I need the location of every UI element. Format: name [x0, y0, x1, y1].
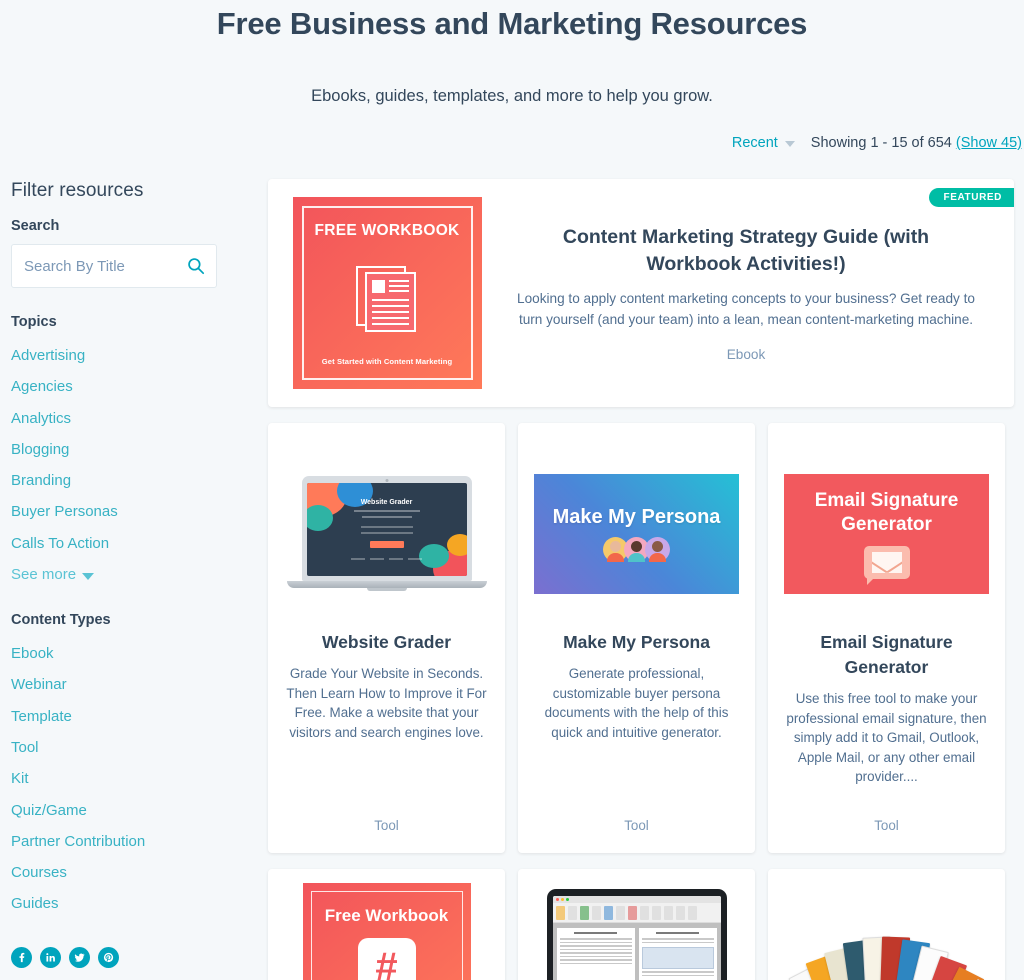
twitter-icon[interactable] [69, 946, 90, 968]
resource-card-website-grader[interactable]: Website Grader Website Grader Grade Your… [268, 423, 505, 853]
email-signature-banner-image: Email Signature Generator [784, 473, 989, 594]
see-more-label: See more [11, 566, 77, 584]
topics-filter-group: Topics Advertising Agencies Analytics Bl… [11, 314, 243, 590]
type-filter-courses[interactable]: Courses [11, 857, 243, 888]
featured-thumbnail: FREE WORKBOOK Get Started with Content M… [268, 197, 506, 389]
card-description: Grade Your Website in Seconds. Then Lear… [286, 666, 487, 740]
search-input[interactable] [12, 245, 216, 287]
topic-filter-blogging[interactable]: Blogging [11, 434, 243, 465]
resources-page: Free Business and Marketing Resources Eb… [0, 0, 1024, 980]
type-filter-template[interactable]: Template [11, 701, 243, 732]
resource-card-grid: Website Grader Website Grader Grade Your… [268, 423, 1024, 853]
topic-filter-agencies[interactable]: Agencies [11, 371, 243, 402]
card-thumbnail: Website Grader [284, 437, 489, 630]
topics-label: Topics [11, 314, 57, 330]
workbook-cover-headline: Free Workbook [324, 906, 449, 925]
sort-dropdown[interactable]: Recent [732, 135, 795, 151]
type-filter-webinar[interactable]: Webinar [11, 669, 243, 700]
type-filter-kit[interactable]: Kit [11, 763, 243, 794]
hashtag-icon: # [357, 938, 416, 980]
card-title[interactable]: Website Grader [284, 630, 489, 655]
show-45-link[interactable]: (Show 45) [956, 135, 1022, 151]
type-filter-tool[interactable]: Tool [11, 732, 243, 763]
speech-bubble-icon [863, 545, 910, 585]
page-subtitle: Ebooks, guides, templates, and more to h… [311, 87, 713, 105]
persona-banner-text: Make My Persona [552, 506, 721, 528]
card-description: Use this free tool to make your professi… [786, 691, 987, 784]
search-box[interactable] [11, 244, 217, 288]
chevron-down-icon [784, 141, 795, 147]
resource-card-infographic-templates[interactable] [768, 869, 1005, 980]
tablet-document-image [546, 889, 727, 980]
page-header: Free Business and Marketing Resources Eb… [0, 0, 1024, 108]
workbook-cover-footer: Get Started with Content Marketing [321, 357, 453, 366]
see-more-topics-button[interactable]: See more [11, 559, 95, 590]
card-thumbnail: Make My Persona [534, 437, 739, 630]
resource-card-document-template[interactable] [518, 869, 755, 980]
featured-card-type: Ebook [726, 347, 766, 362]
card-description: Generate professional, customizable buye… [544, 666, 729, 740]
resource-results: FEATURED FREE WORKBOOK Get Started with … [268, 179, 1024, 980]
resource-card-email-signature-generator[interactable]: Email Signature Generator Email Signatur… [768, 423, 1005, 853]
document-stack-icon [356, 265, 418, 332]
card-title[interactable]: Email Signature Generator [784, 630, 989, 680]
topic-filter-branding[interactable]: Branding [11, 465, 243, 496]
avatar-group [603, 537, 670, 562]
status-badge: FEATURED [929, 188, 1014, 207]
page-title: Free Business and Marketing Resources [216, 6, 808, 41]
card-thumbnail: Email Signature Generator [784, 437, 989, 630]
avatar [645, 537, 670, 562]
social-links [11, 946, 243, 968]
chevron-down-icon [82, 572, 95, 580]
featured-card-title[interactable]: Content Marketing Strategy Guide (with W… [514, 224, 978, 278]
workbook-cover-image: FREE WORKBOOK Get Started with Content M… [292, 197, 482, 389]
type-filter-guides[interactable]: Guides [11, 888, 243, 919]
featured-resource-card[interactable]: FEATURED FREE WORKBOOK Get Started with … [268, 179, 1014, 407]
laptop-screen-title: Website Grader [360, 499, 413, 506]
resource-card-free-workbook[interactable]: Free Workbook # [268, 869, 505, 980]
linkedin-icon[interactable] [40, 946, 61, 968]
card-type: Tool [874, 818, 899, 833]
type-filter-quiz-game[interactable]: Quiz/Game [11, 795, 243, 826]
featured-card-body: Content Marketing Strategy Guide (with W… [506, 224, 1014, 362]
search-label: Search [11, 218, 60, 234]
topic-filter-calls-to-action[interactable]: Calls To Action [11, 528, 243, 559]
content-types-filter-group: Content Types Ebook Webinar Template Too… [11, 612, 243, 920]
resource-card-grid-next-row: Free Workbook # [268, 869, 1024, 980]
filter-sidebar: Filter resources Search Topics Advertisi… [11, 180, 243, 968]
featured-card-description: Looking to apply content marketing conce… [517, 291, 975, 327]
facebook-icon[interactable] [11, 946, 32, 968]
infographic-spread-image [772, 909, 1001, 980]
topic-filter-analytics[interactable]: Analytics [11, 403, 243, 434]
content-types-label: Content Types [11, 612, 111, 629]
workbook-hash-cover-image: Free Workbook # [302, 883, 471, 980]
email-banner-text: Email Signature Generator [814, 489, 959, 535]
envelope-icon [871, 551, 902, 573]
workbook-cover-headline: FREE WORKBOOK [314, 222, 460, 239]
pinterest-icon[interactable] [98, 946, 119, 968]
results-count: Showing 1 - 15 of 654 (Show 45) [811, 135, 1022, 151]
type-filter-ebook[interactable]: Ebook [11, 638, 243, 669]
sort-dropdown-label: Recent [731, 135, 778, 151]
laptop-icon: Website Grader [286, 476, 487, 591]
persona-banner-image: Make My Persona [534, 473, 739, 594]
resource-card-make-my-persona[interactable]: Make My Persona Make My Persona Generate… [518, 423, 755, 853]
results-count-text: Showing 1 - 15 of 654 [810, 135, 952, 151]
type-filter-partner-contribution[interactable]: Partner Contribution [11, 826, 243, 857]
card-type: Tool [374, 818, 399, 833]
filter-sidebar-heading: Filter resources [11, 180, 144, 201]
results-toolbar: Recent Showing 1 - 15 of 654 (Show 45) [732, 135, 1022, 151]
card-title[interactable]: Make My Persona [534, 630, 739, 655]
card-type: Tool [624, 818, 649, 833]
topic-filter-buyer-personas[interactable]: Buyer Personas [11, 496, 243, 527]
topic-filter-advertising[interactable]: Advertising [11, 340, 243, 371]
